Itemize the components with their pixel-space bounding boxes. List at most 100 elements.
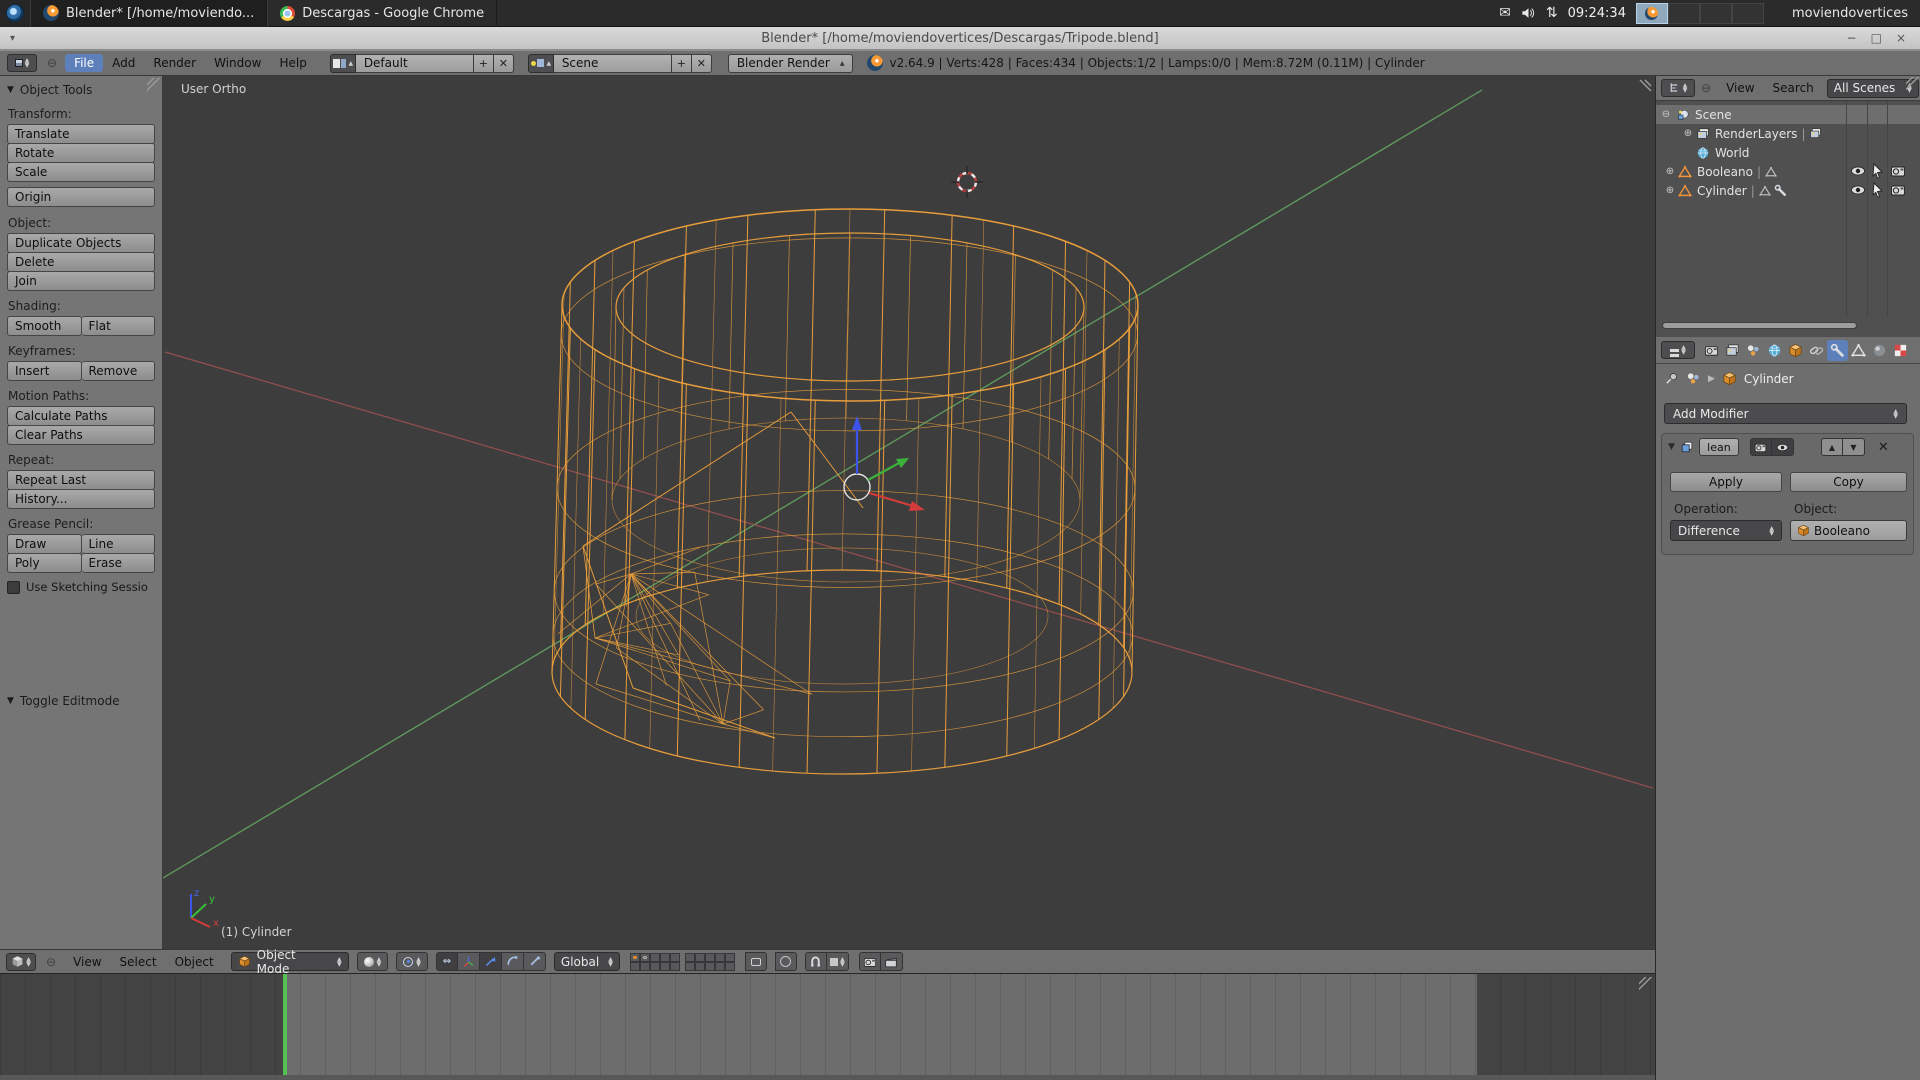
- insert-keyframe-button[interactable]: Insert: [7, 361, 82, 381]
- collapse-menus-icon[interactable]: ⊖: [46, 955, 56, 969]
- modifier-apply-button[interactable]: Apply: [1670, 472, 1782, 492]
- timeline-scrollbar[interactable]: [0, 1075, 1655, 1080]
- editor-type-button[interactable]: ▲▼: [6, 953, 36, 971]
- render-engine-dropdown[interactable]: Blender Render ▲: [728, 54, 854, 73]
- layer-cell[interactable]: [685, 953, 695, 962]
- expand-icon[interactable]: ⊕: [1682, 128, 1694, 139]
- layer-cell[interactable]: [660, 953, 670, 962]
- lock-to-scene-button[interactable]: [745, 952, 767, 971]
- smooth-button[interactable]: Smooth: [7, 316, 82, 336]
- manipulator-axis-button[interactable]: [458, 952, 480, 971]
- collapse-menus-icon[interactable]: ⊖: [1701, 81, 1711, 95]
- viewport-shading-dropdown[interactable]: ▲▼: [357, 952, 389, 971]
- taskbar-task-blender[interactable]: Blender* [/home/moviendo...: [30, 0, 267, 27]
- editor-type-button[interactable]: ▲▼: [1661, 79, 1695, 97]
- history-button[interactable]: History...: [7, 489, 155, 509]
- tab-render[interactable]: [1701, 340, 1722, 361]
- layers-block-2[interactable]: [685, 953, 735, 971]
- scale-button[interactable]: Scale: [7, 162, 155, 182]
- tab-texture[interactable]: [1890, 340, 1911, 361]
- snap-element-dropdown[interactable]: ▲▼: [827, 952, 849, 971]
- clock[interactable]: 09:24:34: [1568, 6, 1626, 21]
- layout-delete-button[interactable]: ✕: [494, 54, 514, 73]
- collapse-icon[interactable]: ⊖: [1660, 109, 1672, 120]
- scene-name-field[interactable]: Scene: [554, 54, 672, 73]
- boolean-object-field[interactable]: Booleano: [1790, 520, 1907, 541]
- panel-drag-widget[interactable]: [147, 78, 161, 92]
- outliner-item-label[interactable]: Booleano: [1697, 165, 1753, 179]
- add-modifier-dropdown[interactable]: Add Modifier ▲▼: [1664, 403, 1907, 424]
- taskbar-task-chrome[interactable]: Descargas - Google Chrome: [267, 0, 497, 27]
- workspace-1[interactable]: [1636, 3, 1668, 24]
- layer-cell[interactable]: [630, 953, 640, 962]
- layer-cell[interactable]: [670, 962, 680, 971]
- snap-toggle[interactable]: [805, 952, 827, 971]
- menu-window[interactable]: Window: [205, 54, 270, 72]
- outliner-row-renderlayers[interactable]: ⊕ RenderLayers |: [1656, 124, 1920, 143]
- close-button[interactable]: ×: [1896, 31, 1906, 45]
- minimize-button[interactable]: −: [1847, 31, 1857, 45]
- clear-paths-button[interactable]: Clear Paths: [7, 425, 155, 445]
- gp-draw-button[interactable]: Draw: [7, 534, 82, 554]
- area-corner-widget[interactable]: [1640, 80, 1651, 91]
- tab-world[interactable]: [1764, 340, 1785, 361]
- layer-cell[interactable]: [715, 962, 725, 971]
- gp-erase-button[interactable]: Erase: [82, 553, 156, 573]
- layer-cell[interactable]: [695, 953, 705, 962]
- layer-cell[interactable]: [670, 953, 680, 962]
- pin-icon[interactable]: [1664, 371, 1679, 386]
- workspace-4[interactable]: [1732, 3, 1764, 24]
- outliner-item-label[interactable]: Scene: [1695, 108, 1732, 122]
- toggle-editmode-panel-header[interactable]: ▼ Toggle Editmode: [7, 694, 155, 708]
- translate-manipulator-button[interactable]: [480, 952, 502, 971]
- layer-cell[interactable]: [650, 962, 660, 971]
- modifier-view-toggle[interactable]: [1772, 438, 1794, 456]
- origin-button[interactable]: Origin: [7, 187, 155, 207]
- renderable-camera-icon[interactable]: [1890, 182, 1906, 198]
- area-corner-widget[interactable]: [1906, 77, 1920, 91]
- layer-cell[interactable]: [705, 953, 715, 962]
- operation-dropdown[interactable]: Difference ▲▼: [1670, 520, 1782, 541]
- area-corner-widget[interactable]: [1639, 977, 1653, 991]
- tab-render-layers[interactable]: [1722, 340, 1743, 361]
- workspace-3[interactable]: [1700, 3, 1732, 24]
- object-tools-panel-header[interactable]: ▼ Object Tools: [7, 83, 155, 97]
- duplicate-objects-button[interactable]: Duplicate Objects: [7, 233, 155, 253]
- calculate-paths-button[interactable]: Calculate Paths: [7, 406, 155, 426]
- layer-cell[interactable]: [640, 962, 650, 971]
- viewport-3d[interactable]: User Ortho (1) Cylinder z y x: [163, 76, 1655, 949]
- layer-cell[interactable]: [660, 962, 670, 971]
- cursor-3d[interactable]: [951, 166, 983, 198]
- hide-eye-icon[interactable]: [1850, 182, 1866, 198]
- repeat-last-button[interactable]: Repeat Last: [7, 470, 155, 490]
- delete-button[interactable]: Delete: [7, 252, 155, 272]
- mail-icon[interactable]: ✉: [1499, 5, 1511, 21]
- menu-add[interactable]: Add: [103, 54, 144, 72]
- layer-cell[interactable]: [630, 962, 640, 971]
- modifier-name-field[interactable]: lean: [1699, 438, 1739, 456]
- layout-icon[interactable]: ▲: [330, 54, 356, 73]
- layer-cell[interactable]: [695, 962, 705, 971]
- expand-icon[interactable]: ⊕: [1664, 166, 1676, 177]
- layers-block-1[interactable]: [630, 953, 680, 971]
- modifier-delete-icon[interactable]: ✕: [1878, 440, 1889, 455]
- menu-help[interactable]: Help: [270, 54, 315, 72]
- gp-poly-button[interactable]: Poly: [7, 553, 82, 573]
- timeline-editor[interactable]: [0, 973, 1655, 1080]
- tab-object[interactable]: [1785, 340, 1806, 361]
- outliner-item-label[interactable]: RenderLayers: [1715, 127, 1797, 141]
- modifier-move-up-button[interactable]: ▲: [1821, 438, 1843, 456]
- scene-add-button[interactable]: +: [672, 54, 692, 73]
- collapse-menus-icon[interactable]: ⊖: [47, 56, 57, 70]
- outliner-item-label[interactable]: World: [1715, 146, 1749, 160]
- outliner-row-scene[interactable]: ⊖ Scene: [1656, 105, 1920, 124]
- opengl-render-image-button[interactable]: [859, 952, 881, 971]
- workspace-2[interactable]: [1668, 3, 1700, 24]
- selectable-cursor-icon[interactable]: [1870, 163, 1886, 179]
- manipulator-toggle[interactable]: ⇔: [436, 952, 458, 971]
- editor-type-button[interactable]: ▲▼: [7, 54, 37, 72]
- maximize-button[interactable]: □: [1871, 31, 1882, 45]
- orientation-dropdown[interactable]: Global ▲▼: [554, 952, 620, 971]
- gp-line-button[interactable]: Line: [82, 534, 156, 554]
- object-icon[interactable]: [1686, 371, 1701, 386]
